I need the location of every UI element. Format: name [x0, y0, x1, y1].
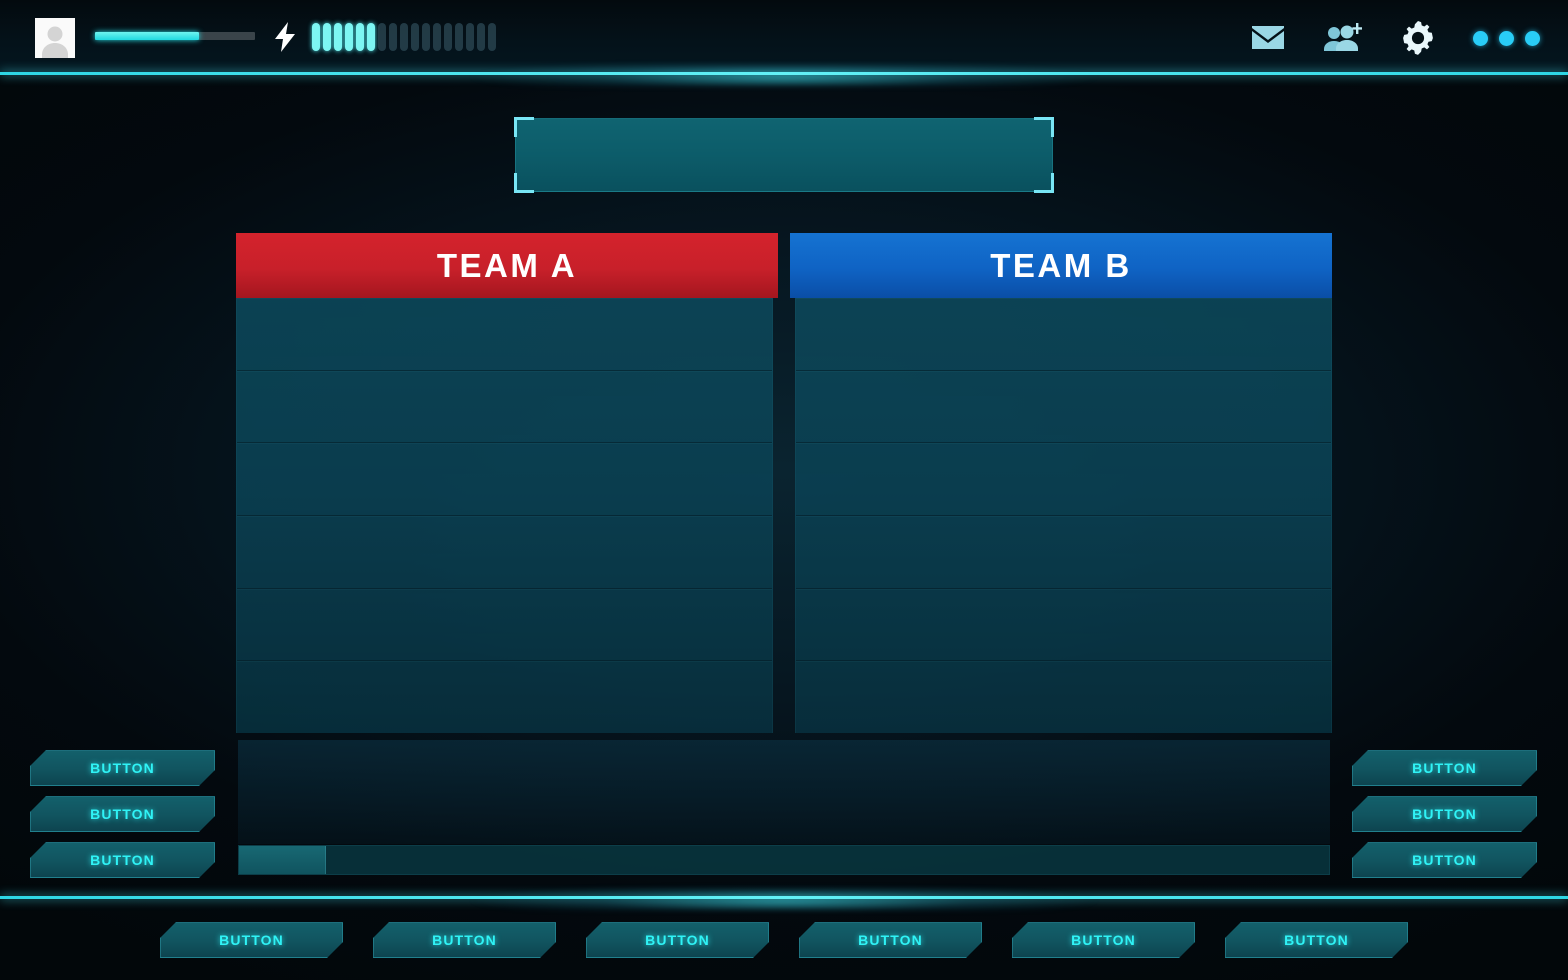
bottom-button-bar: BUTTON BUTTON BUTTON BUTTON BUTTON BUTTON — [0, 910, 1568, 980]
add-friends-icon[interactable] — [1323, 23, 1363, 53]
energy-segment — [356, 23, 364, 51]
team-slot[interactable] — [237, 516, 772, 589]
right-action-button-1[interactable]: BUTTON — [1352, 750, 1537, 786]
team-slot[interactable] — [796, 516, 1331, 589]
bottom-nav-button-2[interactable]: BUTTON — [373, 922, 556, 958]
team-slot[interactable] — [796, 661, 1331, 733]
energy-segment — [389, 23, 397, 51]
bottom-nav-button-6[interactable]: BUTTON — [1225, 922, 1408, 958]
team-slot-list — [795, 298, 1332, 733]
user-avatar-icon[interactable] — [35, 18, 75, 58]
bottom-nav-button-5[interactable]: BUTTON — [1012, 922, 1195, 958]
team-slot[interactable] — [237, 589, 772, 662]
energy-segment — [323, 23, 331, 51]
team-slot[interactable] — [796, 443, 1331, 517]
energy-segment-bar — [312, 23, 496, 51]
left-action-button-3[interactable]: BUTTON — [30, 842, 215, 878]
energy-segment — [334, 23, 342, 51]
left-button-column: BUTTON BUTTON BUTTON — [30, 750, 215, 878]
divider-glow — [0, 64, 1568, 86]
energy-segment — [411, 23, 419, 51]
xp-progress-bar — [95, 32, 255, 40]
team-panel-a: TEAM A — [236, 233, 778, 733]
team-slot[interactable] — [237, 298, 772, 371]
team-slot[interactable] — [237, 661, 772, 733]
team-slot[interactable] — [796, 298, 1331, 371]
energy-segment — [367, 23, 375, 51]
xp-progress-fill — [95, 32, 199, 40]
team-slot[interactable] — [237, 443, 772, 517]
energy-segment — [312, 23, 320, 51]
left-action-button-1[interactable]: BUTTON — [30, 750, 215, 786]
bottom-nav-button-3[interactable]: BUTTON — [586, 922, 769, 958]
mail-icon[interactable] — [1251, 25, 1285, 51]
energy-segment — [444, 23, 452, 51]
right-button-column: BUTTON BUTTON BUTTON — [1352, 750, 1537, 878]
bottom-nav-button-4[interactable]: BUTTON — [799, 922, 982, 958]
settings-gear-icon[interactable] — [1401, 21, 1435, 55]
status-progress-bar[interactable] — [238, 845, 1330, 875]
team-panel-b: TEAM B — [790, 233, 1332, 733]
team-slot[interactable] — [796, 589, 1331, 662]
energy-segment — [433, 23, 441, 51]
left-action-button-2[interactable]: BUTTON — [30, 796, 215, 832]
right-action-button-2[interactable]: BUTTON — [1352, 796, 1537, 832]
right-action-button-3[interactable]: BUTTON — [1352, 842, 1537, 878]
energy-segment — [488, 23, 496, 51]
energy-segment — [345, 23, 353, 51]
bottom-glow-divider — [0, 884, 1568, 910]
energy-segment — [466, 23, 474, 51]
energy-segment — [455, 23, 463, 51]
energy-segment — [422, 23, 430, 51]
divider-line — [0, 896, 1568, 899]
team-slot[interactable] — [237, 371, 772, 444]
banner-title-text — [516, 119, 1052, 191]
lower-info-panel — [238, 740, 1330, 844]
energy-segment — [378, 23, 386, 51]
title-banner[interactable] — [514, 117, 1054, 193]
status-progress-fill — [239, 846, 327, 874]
game-lobby-screen: TEAM A TEAM B BUTTON BUTTON BUTTON BUTTON BU… — [0, 0, 1568, 980]
divider-line — [0, 72, 1568, 75]
bottom-nav-button-1[interactable]: BUTTON — [160, 922, 343, 958]
team-header: TEAM A — [236, 233, 778, 298]
lightning-bolt-icon — [272, 22, 298, 52]
divider-glow — [0, 888, 1568, 910]
team-roster-area: TEAM A TEAM B — [236, 233, 1332, 733]
team-header: TEAM B — [790, 233, 1332, 298]
team-slot[interactable] — [796, 371, 1331, 444]
energy-segment — [400, 23, 408, 51]
team-slot-list — [236, 298, 773, 733]
more-options-icon[interactable] — [1473, 30, 1540, 46]
top-icon-group — [1251, 18, 1540, 58]
top-glow-divider — [0, 60, 1568, 86]
energy-segment — [477, 23, 485, 51]
